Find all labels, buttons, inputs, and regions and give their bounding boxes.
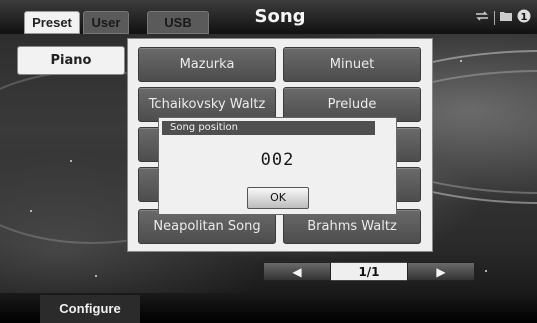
- triangle-left-icon: ◀: [292, 265, 302, 279]
- pager: ◀ 1/1 ▶: [263, 262, 475, 281]
- prev-page-button[interactable]: ◀: [263, 262, 331, 281]
- song-button[interactable]: Mazurka: [138, 47, 276, 82]
- category-piano[interactable]: Piano: [17, 46, 125, 75]
- page-title: Song: [254, 6, 306, 27]
- folder-icon: [499, 10, 513, 26]
- repeat-icon: [474, 10, 490, 26]
- song-screen: Preset User USB Song 1 Piano Mazurka Min…: [0, 0, 537, 323]
- divider: [494, 11, 495, 25]
- song-position-dialog: Song position 002 OK: [158, 117, 397, 215]
- page-indicator: 1/1: [331, 262, 407, 281]
- svg-text:1: 1: [521, 12, 528, 23]
- tab-user[interactable]: User: [83, 11, 129, 34]
- song-position-value: 002: [260, 150, 295, 170]
- device-number-icon: 1: [517, 9, 531, 27]
- star-decoration: [95, 275, 97, 277]
- star-decoration: [70, 160, 72, 162]
- configure-button[interactable]: Configure: [40, 295, 140, 323]
- triangle-right-icon: ▶: [436, 265, 446, 279]
- tab-usb[interactable]: USB: [147, 11, 209, 34]
- star-decoration: [30, 210, 32, 212]
- tab-preset[interactable]: Preset: [24, 11, 80, 34]
- song-button[interactable]: Minuet: [283, 47, 421, 82]
- star-decoration: [460, 60, 462, 62]
- status-indicators: 1: [474, 9, 531, 27]
- ok-button[interactable]: OK: [247, 187, 309, 209]
- next-page-button[interactable]: ▶: [407, 262, 475, 281]
- star-decoration: [485, 270, 487, 272]
- dialog-title: Song position: [162, 121, 375, 135]
